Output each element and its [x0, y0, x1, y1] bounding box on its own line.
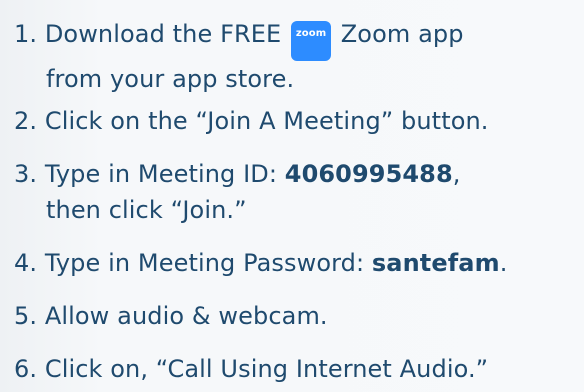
- step-text: .: [499, 249, 508, 277]
- step-text-continued: from your app store.: [46, 65, 295, 93]
- step-number: 1.: [14, 20, 38, 48]
- step-text: ,: [452, 160, 461, 188]
- step-text: Type in Meeting Password:: [44, 249, 365, 277]
- step-3: 3. Type in Meeting ID: 4060995488, then …: [14, 156, 461, 228]
- step-4: 4. Type in Meeting Password: santefam.: [14, 245, 507, 281]
- zoom-app-icon: zoom: [291, 21, 332, 61]
- step-1: 1. Download the FREE zoom Zoom app from …: [14, 16, 464, 97]
- step-text: Zoom app: [340, 20, 464, 48]
- step-text-continued: then click “Join.”: [46, 196, 247, 224]
- step-number: 6.: [14, 355, 38, 383]
- instructions-panel: 1. Download the FREE zoom Zoom app from …: [0, 0, 584, 392]
- meeting-id: 4060995488: [284, 160, 453, 188]
- step-text: Click on, “Call Using Internet Audio.”: [44, 355, 489, 383]
- step-number: 5.: [14, 302, 38, 330]
- step-5: 5. Allow audio & webcam.: [14, 298, 328, 334]
- step-number: 3.: [14, 160, 38, 188]
- meeting-password: santefam: [371, 249, 500, 277]
- step-number: 4.: [14, 249, 38, 277]
- step-number: 2.: [14, 107, 38, 135]
- step-text: Allow audio & webcam.: [44, 302, 328, 330]
- step-text: Download the FREE: [44, 20, 282, 48]
- step-2: 2. Click on the “Join A Meeting” button.: [14, 103, 489, 139]
- step-text: Click on the “Join A Meeting” button.: [44, 107, 489, 135]
- step-text: Type in Meeting ID:: [44, 160, 278, 188]
- step-6: 6. Click on, “Call Using Internet Audio.…: [14, 351, 488, 387]
